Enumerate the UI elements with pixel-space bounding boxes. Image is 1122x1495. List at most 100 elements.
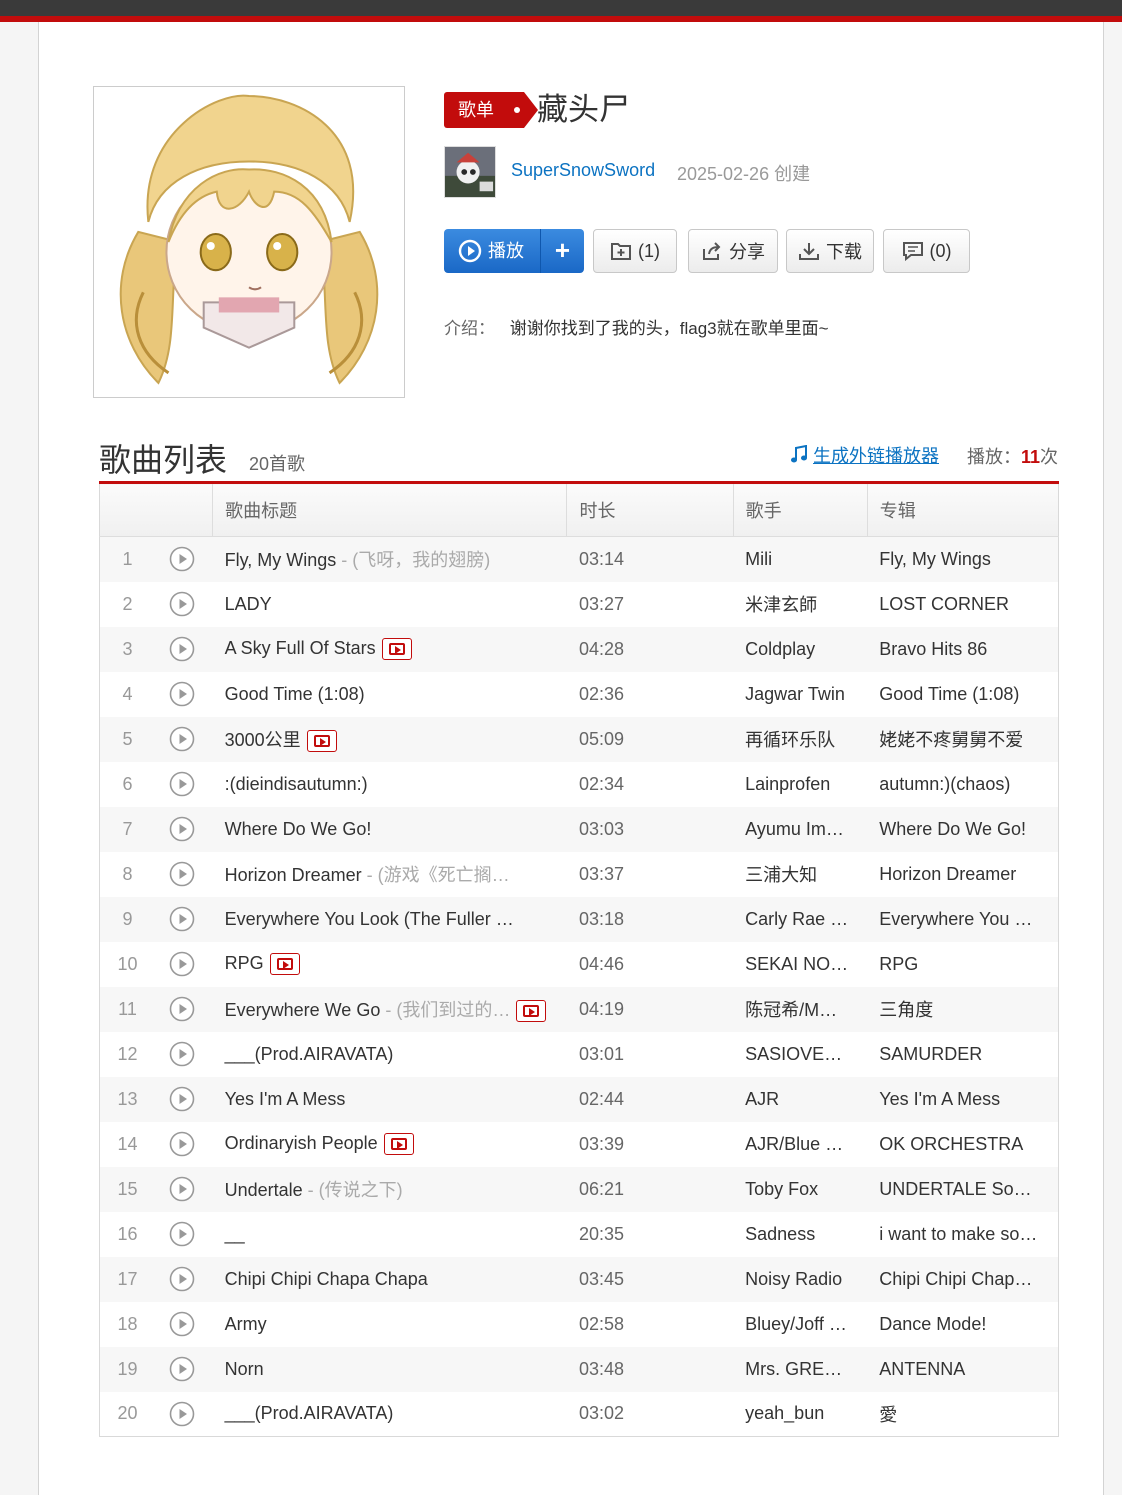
play-song-icon[interactable]	[169, 591, 195, 617]
song-row[interactable]: 17 Chipi Chipi Chapa Chapa 03:45 Noisy R…	[99, 1256, 1059, 1302]
song-title[interactable]: Chipi Chipi Chapa Chapa	[225, 1269, 428, 1289]
song-row[interactable]: 16 __ 20:35 Sadness i want to make so…	[100, 1212, 1059, 1257]
song-artist[interactable]: 三浦大知	[733, 852, 867, 897]
play-button-main[interactable]: 播放	[444, 229, 540, 273]
share-button[interactable]: 分享	[688, 229, 778, 273]
play-song-icon[interactable]	[169, 1041, 195, 1067]
song-album[interactable]: Fly, My Wings	[867, 536, 1059, 582]
mv-icon[interactable]	[381, 638, 412, 661]
song-row[interactable]: 1 Fly, My Wings - (飞呀，我的翅膀) 03:14 Mili F…	[99, 536, 1059, 582]
song-title[interactable]: 3000公里	[225, 730, 301, 750]
song-artist[interactable]: SASIOVE…	[733, 1032, 867, 1077]
song-row[interactable]: 2 LADY 03:27 米津玄師 LOST CORNER	[100, 582, 1059, 627]
song-album[interactable]: SAMURDER	[867, 1032, 1058, 1077]
song-row[interactable]: 6 :(dieindisautumn:) 02:34 Lainprofen au…	[100, 762, 1059, 807]
song-artist[interactable]: Mrs. GRE…	[733, 1346, 868, 1392]
song-title[interactable]: Everywhere We Go	[225, 1000, 381, 1020]
song-title[interactable]: A Sky Full Of Stars	[225, 638, 376, 658]
song-artist[interactable]: yeah_bun	[733, 1392, 867, 1437]
song-title[interactable]: Ordinaryish People	[225, 1133, 378, 1153]
song-artist[interactable]: Ayumu Im…	[733, 806, 868, 852]
song-album[interactable]: RPG	[867, 942, 1058, 987]
creator-avatar[interactable]	[444, 146, 496, 198]
song-album[interactable]: LOST CORNER	[867, 582, 1058, 627]
song-title[interactable]: Good Time (1:08)	[225, 684, 365, 704]
song-row[interactable]: 14 Ordinaryish People 03:39 AJR/Blue … O…	[100, 1122, 1059, 1167]
song-title[interactable]: Army	[225, 1314, 267, 1334]
play-song-icon[interactable]	[169, 636, 195, 662]
play-song-icon[interactable]	[169, 1311, 195, 1337]
song-title[interactable]: LADY	[225, 594, 272, 614]
song-artist[interactable]: Bluey/Joff …	[733, 1302, 867, 1347]
song-title[interactable]: __	[225, 1224, 245, 1244]
play-song-icon[interactable]	[169, 1176, 195, 1202]
song-title[interactable]: ___(Prod.AIRAVATA)	[225, 1403, 394, 1423]
song-row[interactable]: 8 Horizon Dreamer - (游戏《死亡搁… 03:37 三浦大知 …	[100, 852, 1059, 897]
play-song-icon[interactable]	[169, 996, 195, 1022]
song-artist[interactable]: SEKAI NO…	[733, 942, 867, 987]
song-row[interactable]: 4 Good Time (1:08) 02:36 Jagwar Twin Goo…	[100, 672, 1059, 717]
song-artist[interactable]: Toby Fox	[733, 1166, 868, 1212]
song-title[interactable]: Fly, My Wings	[225, 550, 337, 570]
song-album[interactable]: Chipi Chipi Chap…	[867, 1256, 1059, 1302]
creator-link[interactable]: SuperSnowSword	[511, 160, 655, 181]
mv-icon[interactable]	[306, 730, 337, 753]
comment-button[interactable]: (0)	[883, 229, 970, 273]
song-row[interactable]: 7 Where Do We Go! 03:03 Ayumu Im… Where …	[99, 806, 1059, 852]
song-row[interactable]: 15 Undertale - (传说之下) 06:21 Toby Fox UND…	[99, 1166, 1059, 1212]
song-artist[interactable]: AJR/Blue …	[733, 1122, 867, 1167]
play-button[interactable]: 播放 +	[444, 229, 584, 273]
song-title[interactable]: :(dieindisautumn:)	[225, 774, 368, 794]
add-to-queue-button[interactable]: +	[541, 229, 584, 273]
song-album[interactable]: OK ORCHESTRA	[867, 1122, 1058, 1167]
song-artist[interactable]: AJR	[733, 1076, 868, 1122]
song-row[interactable]: 13 Yes I'm A Mess 02:44 AJR Yes I'm A Me…	[99, 1076, 1059, 1122]
song-title[interactable]: Yes I'm A Mess	[225, 1089, 346, 1109]
play-song-icon[interactable]	[169, 546, 195, 572]
song-artist[interactable]: 陈冠希/M…	[733, 986, 868, 1032]
song-album[interactable]: 愛	[867, 1392, 1058, 1437]
song-row[interactable]: 10 RPG 04:46 SEKAI NO… RPG	[100, 942, 1059, 987]
song-artist[interactable]: Lainprofen	[733, 762, 867, 807]
song-title[interactable]: Horizon Dreamer	[225, 865, 362, 885]
song-album[interactable]: Everywhere You …	[867, 896, 1059, 942]
song-title[interactable]: Everywhere You Look (The Fuller …	[225, 909, 514, 929]
song-artist[interactable]: Mili	[733, 536, 868, 582]
mv-icon[interactable]	[269, 953, 300, 976]
song-artist[interactable]: Noisy Radio	[733, 1256, 868, 1302]
song-artist[interactable]: Coldplay	[733, 626, 868, 672]
song-artist[interactable]: Jagwar Twin	[733, 672, 867, 717]
song-album[interactable]: Where Do We Go!	[867, 806, 1059, 852]
song-album[interactable]: 姥姥不疼舅舅不爱	[867, 716, 1059, 762]
play-song-icon[interactable]	[169, 816, 195, 842]
song-row[interactable]: 3 A Sky Full Of Stars 04:28 Coldplay Bra…	[99, 626, 1059, 672]
song-row[interactable]: 20 ___(Prod.AIRAVATA) 03:02 yeah_bun 愛	[100, 1392, 1059, 1437]
play-song-icon[interactable]	[169, 861, 195, 887]
song-row[interactable]: 12 ___(Prod.AIRAVATA) 03:01 SASIOVE… SAM…	[100, 1032, 1059, 1077]
song-artist[interactable]: Carly Rae …	[733, 896, 868, 942]
song-artist[interactable]: 米津玄師	[733, 582, 867, 627]
song-row[interactable]: 18 Army 02:58 Bluey/Joff … Dance Mode!	[100, 1302, 1059, 1347]
song-album[interactable]: UNDERTALE So…	[867, 1166, 1059, 1212]
play-song-icon[interactable]	[169, 726, 195, 752]
external-player-label[interactable]: 生成外链播放器	[813, 442, 939, 468]
play-song-icon[interactable]	[169, 1266, 195, 1292]
song-title[interactable]: Undertale	[225, 1180, 303, 1200]
play-song-icon[interactable]	[169, 951, 195, 977]
play-song-icon[interactable]	[169, 771, 195, 797]
play-song-icon[interactable]	[169, 1086, 195, 1112]
song-title[interactable]: RPG	[225, 953, 264, 973]
external-player-link[interactable]: 生成外链播放器	[789, 442, 939, 468]
song-album[interactable]: 三角度	[867, 986, 1059, 1032]
play-song-icon[interactable]	[169, 1356, 195, 1382]
play-song-icon[interactable]	[169, 1131, 195, 1157]
play-song-icon[interactable]	[169, 1221, 195, 1247]
song-album[interactable]: Bravo Hits 86	[867, 626, 1059, 672]
song-album[interactable]: ANTENNA	[867, 1346, 1059, 1392]
song-title[interactable]: ___(Prod.AIRAVATA)	[225, 1044, 394, 1064]
song-album[interactable]: Horizon Dreamer	[867, 852, 1058, 897]
download-button[interactable]: 下载	[786, 229, 874, 273]
play-song-icon[interactable]	[169, 906, 195, 932]
song-artist[interactable]: Sadness	[733, 1212, 867, 1257]
song-title[interactable]: Norn	[225, 1359, 264, 1379]
